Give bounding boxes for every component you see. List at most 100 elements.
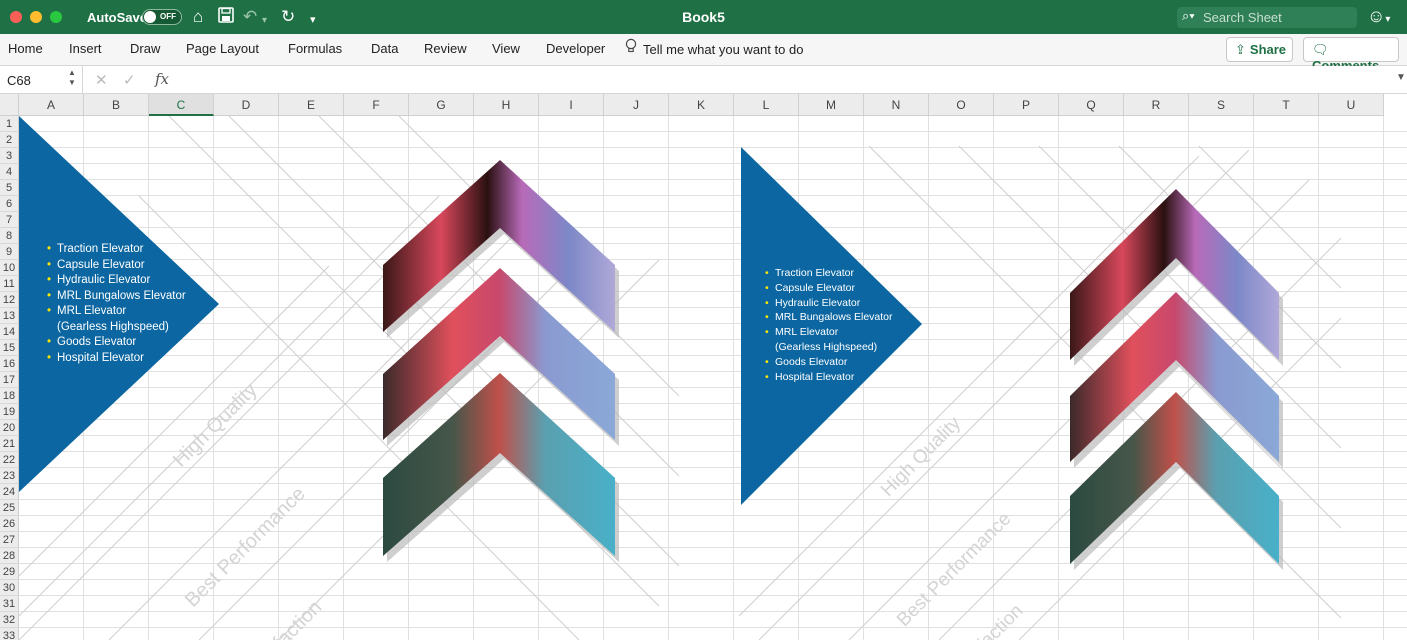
row-header-23[interactable]: 23	[0, 468, 19, 484]
row-header-28[interactable]: 28	[0, 548, 19, 564]
lightbulb-icon	[625, 38, 637, 58]
row-header-30[interactable]: 30	[0, 580, 19, 596]
row-header-10[interactable]: 10	[0, 260, 19, 276]
column-header-i[interactable]: I	[539, 94, 604, 116]
column-header-e[interactable]: E	[279, 94, 344, 116]
column-header-n[interactable]: N	[864, 94, 929, 116]
column-header-j[interactable]: J	[604, 94, 669, 116]
row-header-22[interactable]: 22	[0, 452, 19, 468]
name-box-stepper-icon[interactable]: ▲▼	[68, 68, 76, 88]
row-header-16[interactable]: 16	[0, 356, 19, 372]
column-header-h[interactable]: H	[474, 94, 539, 116]
row-header-2[interactable]: 2	[0, 132, 19, 148]
share-button[interactable]: ⇪Share	[1226, 37, 1293, 62]
list-item: •Traction Elevator	[47, 242, 186, 258]
comment-icon: 🗨	[1312, 42, 1329, 57]
list-item: •Goods Elevator	[765, 355, 893, 370]
customize-toolbar-icon[interactable]: ▾	[310, 10, 316, 30]
title-bar: AutoSave OFF ⌂ ↶ ▾ ↻ ▾ Book5 ⌕▾ ☺▾	[0, 0, 1407, 34]
row-header-18[interactable]: 18	[0, 388, 19, 404]
comments-button[interactable]: 🗨Comments	[1303, 37, 1399, 62]
row-header-8[interactable]: 8	[0, 228, 19, 244]
search-sheet-input[interactable]	[1203, 9, 1353, 26]
row-header-17[interactable]: 17	[0, 372, 19, 388]
column-header-c[interactable]: C	[149, 94, 214, 116]
column-header-s[interactable]: S	[1189, 94, 1254, 116]
column-header-r[interactable]: R	[1124, 94, 1189, 116]
tab-draw[interactable]: Draw	[130, 41, 160, 56]
row-header-12[interactable]: 12	[0, 292, 19, 308]
column-header-b[interactable]: B	[84, 94, 149, 116]
expand-formula-bar-icon[interactable]: ▼	[1396, 72, 1406, 83]
column-header-o[interactable]: O	[929, 94, 994, 116]
column-header-f[interactable]: F	[344, 94, 409, 116]
select-all-corner[interactable]	[0, 94, 19, 116]
minimize-window-button[interactable]	[30, 11, 42, 23]
confirm-edit-icon[interactable]: ✓	[123, 71, 136, 89]
list-item: •MRL Elevator(Gearless Highspeed)	[765, 325, 893, 355]
home-icon[interactable]: ⌂	[193, 7, 203, 27]
column-header-t[interactable]: T	[1254, 94, 1319, 116]
column-header-q[interactable]: Q	[1059, 94, 1124, 116]
row-header-9[interactable]: 9	[0, 244, 19, 260]
row-header-5[interactable]: 5	[0, 180, 19, 196]
tab-page-layout[interactable]: Page Layout	[186, 41, 259, 56]
cancel-edit-icon[interactable]: ✕	[95, 71, 108, 89]
column-header-a[interactable]: A	[19, 94, 84, 116]
row-header-7[interactable]: 7	[0, 212, 19, 228]
column-header-k[interactable]: K	[669, 94, 734, 116]
fullscreen-window-button[interactable]	[50, 11, 62, 23]
row-header-3[interactable]: 3	[0, 148, 19, 164]
list-item: •Capsule Elevator	[765, 281, 893, 296]
tab-insert[interactable]: Insert	[69, 41, 102, 56]
row-header-33[interactable]: 33	[0, 628, 19, 640]
tab-home[interactable]: Home	[8, 41, 43, 56]
row-header-25[interactable]: 25	[0, 500, 19, 516]
column-header-u[interactable]: U	[1319, 94, 1384, 116]
feedback-smiley-icon[interactable]: ☺▾	[1367, 6, 1390, 27]
row-header-21[interactable]: 21	[0, 436, 19, 452]
row-header-6[interactable]: 6	[0, 196, 19, 212]
row-header-20[interactable]: 20	[0, 420, 19, 436]
tab-formulas[interactable]: Formulas	[288, 41, 342, 56]
worksheet: ABCDEFGHIJKLMNOPQRSTU 123456789101112131…	[0, 94, 1407, 640]
save-icon[interactable]	[218, 7, 234, 28]
column-header-d[interactable]: D	[214, 94, 279, 116]
row-header-11[interactable]: 11	[0, 276, 19, 292]
row-header-1[interactable]: 1	[0, 116, 19, 132]
row-header-13[interactable]: 13	[0, 308, 19, 324]
formula-input[interactable]	[185, 72, 1385, 88]
name-box-value: C68	[7, 73, 31, 88]
column-header-l[interactable]: L	[734, 94, 799, 116]
list-item: •Hydraulic Elevator	[47, 273, 186, 289]
search-sheet[interactable]: ⌕▾	[1177, 7, 1357, 28]
tell-me-box[interactable]: Tell me what you want to do	[625, 38, 803, 58]
redo-icon[interactable]: ↻	[281, 7, 295, 27]
row-header-19[interactable]: 19	[0, 404, 19, 420]
autosave-toggle[interactable]: OFF	[142, 9, 182, 25]
row-header-31[interactable]: 31	[0, 596, 19, 612]
undo-dropdown-icon[interactable]: ▾	[262, 11, 267, 31]
row-header-14[interactable]: 14	[0, 324, 19, 340]
row-header-24[interactable]: 24	[0, 484, 19, 500]
row-header-26[interactable]: 26	[0, 516, 19, 532]
list-item: •Hospital Elevator	[47, 351, 186, 367]
insert-function-button[interactable]: fx	[155, 70, 169, 88]
tab-developer[interactable]: Developer	[546, 41, 605, 56]
elevator-list: •Traction Elevator •Capsule Elevator •Hy…	[765, 266, 893, 384]
row-header-27[interactable]: 27	[0, 532, 19, 548]
column-header-m[interactable]: M	[799, 94, 864, 116]
tab-review[interactable]: Review	[424, 41, 467, 56]
row-header-4[interactable]: 4	[0, 164, 19, 180]
tab-data[interactable]: Data	[371, 41, 398, 56]
close-window-button[interactable]	[10, 11, 22, 23]
undo-icon[interactable]: ↶	[243, 7, 257, 27]
column-header-p[interactable]: P	[994, 94, 1059, 116]
row-header-15[interactable]: 15	[0, 340, 19, 356]
tab-view[interactable]: View	[492, 41, 520, 56]
row-header-29[interactable]: 29	[0, 564, 19, 580]
cell-grid[interactable]: •Traction Elevator •Capsule Elevator •Hy…	[19, 116, 1407, 640]
name-box[interactable]: C68 ▲▼	[0, 66, 83, 94]
row-header-32[interactable]: 32	[0, 612, 19, 628]
column-header-g[interactable]: G	[409, 94, 474, 116]
